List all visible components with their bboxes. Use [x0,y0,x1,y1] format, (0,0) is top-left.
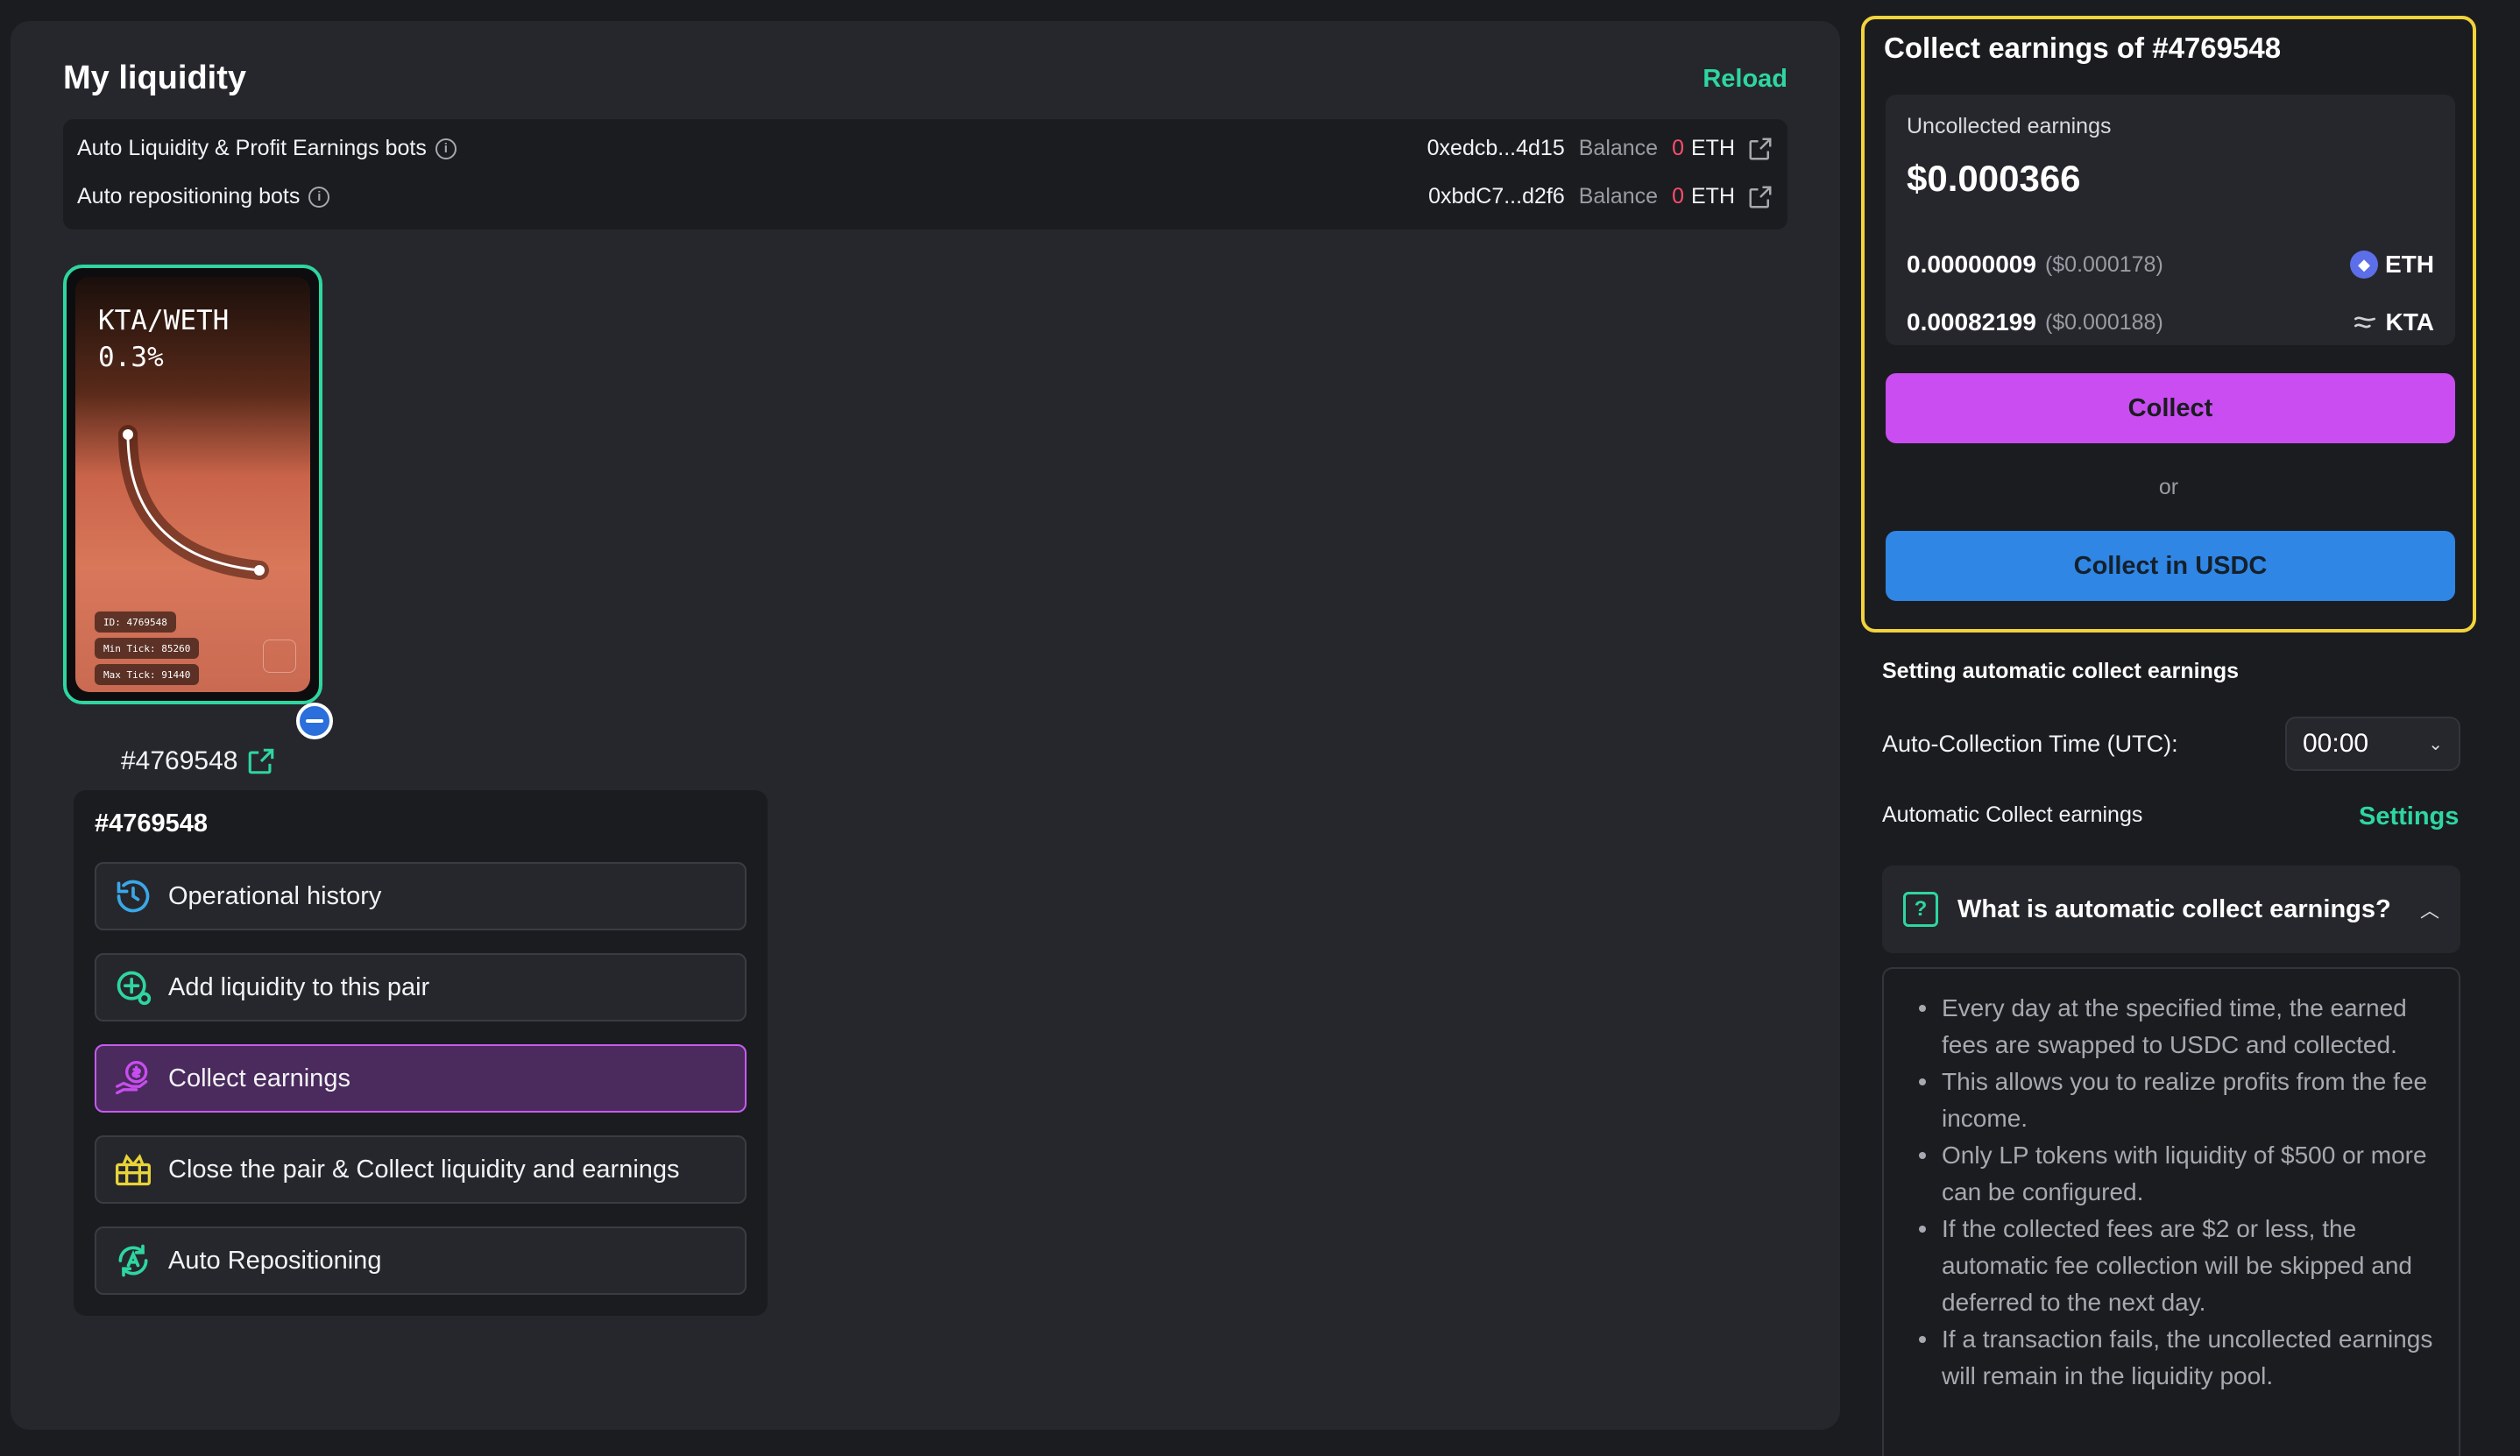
bot-address: 0xedcb...4d15 [1426,136,1565,160]
nft-mini-curve-icon [263,640,296,673]
or-divider: or [2158,475,2179,499]
liquidity-panel: My liquidity Reload Auto Liquidity & Pro… [11,21,1840,1430]
faq-toggle[interactable]: ? What is automatic collect earnings? ︿ [1882,866,2460,953]
time-value: 00:00 [2303,729,2369,758]
bot-name: Auto repositioning bots [77,184,301,209]
token-row-kta: 0.00082199 ($0.000188) KTA [1907,303,2434,342]
external-link-icon[interactable] [1747,136,1773,162]
external-link-icon [249,748,274,774]
uncollected-total: $0.000366 [1907,158,2081,199]
balance-unit: ETH [1691,136,1735,160]
token-symbol: ◆ ETH [2350,251,2434,279]
nft-tag-id: ID: 4769548 [95,611,176,633]
minus-badge-icon[interactable] [296,703,333,739]
auto-collect-section-title: Setting automatic collect earnings [1882,659,2240,683]
nft-id-label: #4769548 [121,746,238,775]
history-icon [117,880,150,913]
menu-item-label: Operational history [168,881,382,910]
faq-body: Every day at the specified time, the ear… [1882,967,2460,1456]
token-usd: ($0.000178) [2044,251,2163,277]
collect-in-usdc-button[interactable]: Collect in USDC [1886,531,2455,601]
token-amount: 0.00082199 [1907,308,2036,336]
faq-item: Every day at the specified time, the ear… [1917,990,2438,1064]
gift-box-icon [116,1154,151,1186]
menu-item-label: Add liquidity to this pair [168,972,430,1001]
external-link-icon[interactable] [1747,184,1773,210]
menu-item-label: Close the pair & Collect liquidity and e… [168,1155,680,1184]
balance-unit: ETH [1691,184,1735,209]
collect-earnings-panel: Collect earnings of #4769548 Uncollected… [1861,16,2476,633]
menu-item-label: Collect earnings [168,1064,350,1092]
menu-item-close-pair[interactable]: Close the pair & Collect liquidity and e… [95,1135,747,1204]
automatic-collect-label: Automatic Collect earnings [1882,802,2143,827]
info-icon[interactable]: i [308,186,330,208]
faq-item: Only LP tokens with liquidity of $500 or… [1917,1137,2438,1211]
kta-icon [2354,316,2375,329]
menu-item-collect-earnings[interactable]: Collect earnings [95,1044,747,1113]
bot-row-repositioning: Auto repositioning bots i 0xbdC7...d2f6 … [77,173,1773,221]
nft-pair-label: KTA/WETH [98,305,230,336]
chevron-up-icon: ︿ [2419,900,2439,922]
nft-tag-max-tick: Max Tick: 91440 [95,664,200,685]
menu-item-add-liquidity[interactable]: Add liquidity to this pair [95,953,747,1021]
chevron-down-icon: ⌄ [2428,734,2443,754]
balance-label: Balance [1578,136,1659,160]
add-liquidity-icon [117,971,152,1006]
balance-value: 0 [1672,136,1684,160]
uncollected-label: Uncollected earnings [1907,114,2112,138]
bots-box: Auto Liquidity & Profit Earnings bots i … [63,119,1787,230]
token-symbol: KTA [2351,308,2434,336]
menu-item-label: Auto Repositioning [168,1246,382,1275]
bot-row-earnings: Auto Liquidity & Profit Earnings bots i … [77,124,1773,173]
faq-title: What is automatic collect earnings? [1957,895,2391,923]
auto-collection-time-select[interactable]: 00:00 ⌄ [2285,717,2460,771]
faq-item: If a transaction fails, the uncollected … [1917,1321,2438,1395]
auto-repositioning-icon [118,1244,148,1277]
settings-link[interactable]: Settings [2359,802,2459,831]
reload-button[interactable]: Reload [1702,65,1787,94]
balance-label: Balance [1578,184,1659,209]
eth-icon: ◆ [2350,251,2378,279]
auto-collection-time-label: Auto-Collection Time (UTC): [1882,731,2178,757]
collect-button[interactable]: Collect [1886,373,2455,443]
nft-position-card[interactable]: KTA/WETH 0.3% ID: 4769548 Min Tick: 8526… [63,265,322,704]
menu-item-operational-history[interactable]: Operational history [95,862,747,930]
token-amount: 0.00000009 [1907,251,2036,278]
bot-name: Auto Liquidity & Profit Earnings bots [77,136,427,160]
token-usd: ($0.000188) [2044,309,2163,335]
hand-coin-icon [116,1061,148,1095]
bot-address: 0xbdC7...d2f6 [1428,184,1565,209]
token-row-eth: 0.00000009 ($0.000178) ◆ ETH [1907,245,2434,284]
nft-fee-label: 0.3% [98,342,164,373]
collect-title: Collect earnings of #4769548 [1884,32,2282,64]
nft-tag-min-tick: Min Tick: 85260 [95,638,200,659]
menu-title: #4769548 [95,809,209,838]
page-title: My liquidity [63,60,246,96]
balance-value: 0 [1672,184,1684,209]
position-actions-menu: #4769548 Operational history Add liquidi… [74,790,768,1316]
menu-item-auto-repositioning[interactable]: Auto Repositioning [95,1226,747,1295]
info-icon[interactable]: i [435,138,457,159]
uncollected-earnings-card: Uncollected earnings $0.000366 0.0000000… [1886,95,2455,345]
faq-item: If the collected fees are $2 or less, th… [1917,1211,2438,1321]
nft-range-curve [118,425,269,580]
faq-item: This allows you to realize profits from … [1917,1064,2438,1137]
nft-id-link[interactable]: #4769548 [121,746,276,776]
question-icon: ? [1903,892,1938,927]
nft-artwork: KTA/WETH 0.3% ID: 4769548 Min Tick: 8526… [75,277,310,692]
